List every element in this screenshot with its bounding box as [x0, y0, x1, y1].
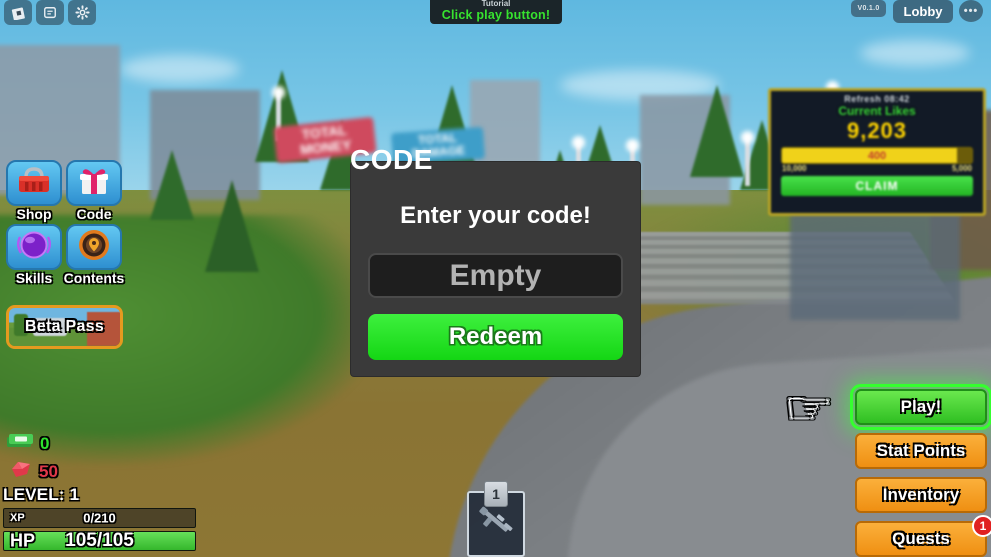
- sidebar-item-label: Skills: [15, 270, 53, 286]
- sidebar-item-code[interactable]: Code: [66, 160, 122, 222]
- likes-progress-text: 400: [867, 149, 887, 162]
- quests-label: Quests: [892, 529, 950, 548]
- inventory-label: Inventory: [882, 485, 960, 504]
- likes-title: Current Likes: [838, 104, 916, 118]
- sidebar-item-label: Shop: [16, 206, 52, 222]
- hotbar-slot-1[interactable]: 1: [467, 481, 525, 557]
- level-label: LEVEL: 1: [3, 485, 80, 504]
- game-screen: TOTAL MONEY TOTAL DAMAGE Refresh 08:42 C…: [0, 0, 991, 557]
- xp-bar: XP 0/210: [3, 508, 196, 528]
- right-menu: Play! Stat Points Inventory Quests 1: [850, 384, 991, 557]
- hp-bar-value: 105/105: [65, 531, 134, 551]
- sidebar-item-shop[interactable]: Shop: [6, 160, 62, 222]
- xp-bar-value: 0/210: [83, 510, 116, 526]
- pointing-hand-icon: ☞: [784, 384, 834, 433]
- beta-pass-label: Beta Pass: [24, 318, 105, 335]
- street-lamp: [745, 140, 750, 186]
- rifle-icon: [474, 502, 518, 547]
- sidebar-item-skills[interactable]: Skills: [6, 224, 62, 286]
- tutorial-label: Tutorial: [481, 0, 511, 8]
- likes-claim-button[interactable]: CLAIM: [781, 176, 973, 196]
- likes-count: 9,203: [846, 118, 908, 143]
- likes-refresh-timer: Refresh 08:42: [844, 94, 910, 104]
- play-button[interactable]: Play!: [850, 384, 991, 430]
- gem-icon: [9, 460, 33, 484]
- roblox-logo-icon[interactable]: [4, 0, 32, 25]
- sidebar-item-label: Code: [76, 206, 112, 222]
- cash-stat: 0: [6, 432, 49, 455]
- shop-basket-icon: [14, 165, 54, 202]
- redeem-button[interactable]: Redeem: [368, 314, 623, 360]
- gear-icon[interactable]: [68, 0, 96, 25]
- tree: [690, 85, 744, 177]
- place-name-label[interactable]: Lobby: [893, 0, 953, 23]
- sidebar-item-contents[interactable]: Contents: [64, 224, 124, 286]
- version-label: V0.1.0: [851, 0, 886, 17]
- code-modal: CODE Enter your code! Empty Redeem: [350, 144, 640, 376]
- sidebar-buttons: Shop Code Skills Contents: [6, 160, 124, 286]
- more-options-icon[interactable]: •••: [959, 0, 983, 22]
- tree: [150, 150, 194, 220]
- quests-badge: 1: [972, 515, 991, 537]
- cash-value: 0: [40, 433, 50, 453]
- gems-value: 50: [39, 462, 58, 481]
- inventory-button[interactable]: Inventory: [855, 477, 987, 513]
- likes-billboard: Refresh 08:42 Current Likes 9,203 400 10…: [768, 88, 986, 216]
- play-button-label: Play!: [900, 397, 942, 416]
- code-modal-subtitle: Enter your code!: [400, 202, 591, 229]
- billboard-post: [790, 210, 960, 320]
- stat-points-label: Stat Points: [876, 441, 966, 460]
- hp-bar: HP 105/105: [3, 531, 196, 551]
- cash-stack-icon: [6, 432, 34, 455]
- likes-progress-bar: 400: [781, 147, 973, 164]
- chat-icon[interactable]: [36, 0, 64, 25]
- sidebar-item-label: Contents: [63, 270, 125, 286]
- stat-points-button[interactable]: Stat Points: [855, 433, 987, 469]
- tutorial-banner: Tutorial Click play button!: [430, 0, 562, 24]
- gift-box-icon: [75, 164, 113, 203]
- likes-goal-right: 5,000: [951, 164, 972, 173]
- tree: [205, 180, 259, 272]
- quests-button[interactable]: Quests 1: [855, 515, 991, 557]
- likes-goal-left: 10,000: [782, 164, 807, 173]
- likes-goals: 10,000 5,000: [777, 164, 977, 173]
- code-input[interactable]: Empty: [368, 253, 623, 298]
- cloud: [860, 40, 970, 66]
- cloud: [120, 55, 240, 83]
- gems-stat: 50: [9, 460, 58, 484]
- skill-orb-icon: [14, 227, 54, 268]
- code-modal-title: CODE: [350, 144, 433, 175]
- beta-pass-button[interactable]: Beta Pass: [6, 305, 123, 349]
- contents-medal-icon: [75, 227, 113, 268]
- tutorial-text: Click play button!: [441, 8, 551, 22]
- hotbar-slot-key: 1: [484, 481, 508, 507]
